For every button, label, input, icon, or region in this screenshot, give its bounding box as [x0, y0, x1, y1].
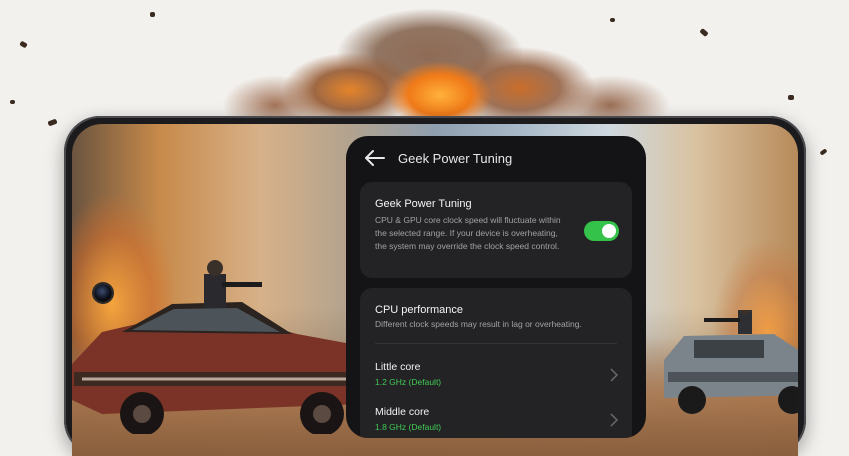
debris-piece — [788, 95, 794, 100]
panel-top-bar: Geek Power Tuning — [346, 136, 646, 180]
cpu-performance-heading: CPU performance — [375, 304, 464, 316]
little-core-value: 1.2 GHz (Default) — [375, 377, 442, 387]
geek-power-tuning-card: Geek Power Tuning CPU & GPU core clock s… — [360, 182, 632, 278]
geek-power-tuning-heading: Geek Power Tuning — [375, 198, 472, 210]
debris-piece — [19, 40, 28, 49]
middle-core-row[interactable]: Middle core 1.8 GHz (Default) — [360, 406, 632, 438]
little-core-label: Little core — [375, 361, 421, 373]
page-title: Geek Power Tuning — [398, 151, 513, 166]
chevron-right-icon — [610, 368, 618, 382]
geek-power-tuning-panel: Geek Power Tuning Geek Power Tuning CPU … — [346, 136, 646, 438]
debris-piece — [47, 118, 58, 127]
back-arrow-icon[interactable] — [364, 149, 386, 167]
divider — [375, 343, 617, 344]
middle-core-label: Middle core — [375, 406, 430, 418]
debris-piece — [150, 12, 155, 17]
debris-piece — [10, 100, 15, 104]
debris-piece — [819, 148, 828, 156]
front-camera — [94, 284, 112, 302]
left-muscle-car — [72, 260, 374, 434]
geek-power-tuning-toggle[interactable] — [584, 221, 619, 241]
right-truck — [664, 310, 798, 414]
little-core-row[interactable]: Little core 1.2 GHz (Default) — [360, 361, 632, 405]
cpu-performance-card: CPU performance Different clock speeds m… — [360, 288, 632, 438]
toggle-knob — [602, 224, 616, 238]
chevron-right-icon — [610, 413, 618, 427]
middle-core-value: 1.8 GHz (Default) — [375, 422, 442, 432]
cpu-performance-description: Different clock speeds may result in lag… — [375, 319, 582, 329]
debris-piece — [610, 18, 615, 22]
debris-piece — [699, 28, 709, 37]
geek-power-tuning-description: CPU & GPU core clock speed will fluctuat… — [375, 215, 561, 251]
